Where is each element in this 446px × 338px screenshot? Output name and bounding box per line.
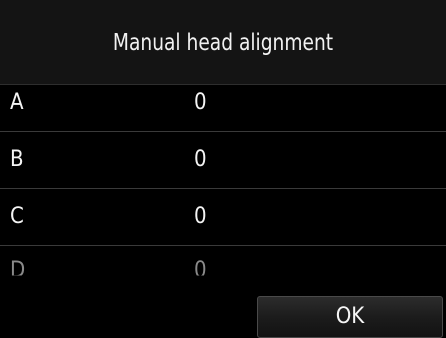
setting-row-b[interactable]: B 0 <box>0 132 446 189</box>
title-bar: Manual head alignment <box>0 0 446 85</box>
page-title: Manual head alignment <box>112 30 334 56</box>
alignment-settings-list[interactable]: A 0 B 0 C 0 D 0 <box>0 75 446 286</box>
setting-value-c: 0 <box>194 204 207 229</box>
setting-row-a[interactable]: A 0 <box>0 75 446 132</box>
setting-row-d[interactable]: D 0 <box>0 246 446 286</box>
setting-label-c: C <box>10 204 24 229</box>
setting-label-a: A <box>10 90 24 115</box>
setting-label-d: D <box>10 258 26 283</box>
ok-button[interactable]: OK <box>257 296 443 338</box>
printer-lcd-screen: Manual head alignment A 0 B 0 C 0 D 0 OK <box>0 0 446 338</box>
setting-row-c[interactable]: C 0 <box>0 189 446 246</box>
setting-value-d: 0 <box>194 258 207 283</box>
setting-value-b: 0 <box>194 147 207 172</box>
setting-value-a: 0 <box>194 90 207 115</box>
setting-label-b: B <box>10 147 24 172</box>
